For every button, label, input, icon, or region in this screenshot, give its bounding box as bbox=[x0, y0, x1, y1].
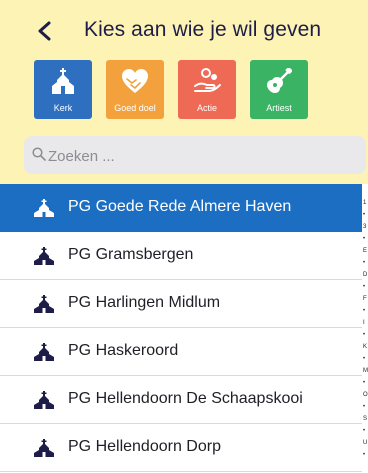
back-button[interactable] bbox=[34, 20, 56, 42]
list-item-label: PG Hellendoorn Dorp bbox=[68, 438, 221, 455]
index-entry[interactable]: • bbox=[363, 428, 365, 434]
header: Kies aan wie je wil geven bbox=[0, 0, 368, 58]
category-label: Kerk bbox=[53, 103, 73, 113]
index-entry[interactable]: • bbox=[363, 404, 365, 410]
church-icon bbox=[34, 247, 54, 265]
category-church-button[interactable]: Kerk bbox=[34, 60, 92, 119]
coins-hand-icon bbox=[194, 68, 221, 92]
index-entry[interactable]: M bbox=[363, 368, 368, 374]
index-entry[interactable]: • bbox=[363, 356, 365, 362]
give-panel: Kies aan wie je wil geven Kerk Goed doel… bbox=[0, 0, 368, 473]
index-entry[interactable]: • bbox=[363, 308, 365, 314]
list-item[interactable]: PG Hellendoorn De Schaapskooi bbox=[0, 376, 362, 424]
chevron-left-icon bbox=[38, 21, 51, 41]
search-icon bbox=[32, 147, 46, 161]
index-entry[interactable]: 1 bbox=[363, 200, 366, 206]
list-item[interactable]: PG Hellendoorn Dorp bbox=[0, 424, 362, 472]
list-item[interactable]: PG Haskeroord bbox=[0, 328, 362, 376]
church-icon bbox=[34, 391, 54, 409]
church-icon bbox=[52, 68, 74, 94]
index-entry[interactable]: I bbox=[363, 320, 365, 326]
search-bar[interactable] bbox=[24, 136, 366, 174]
index-entry[interactable]: • bbox=[363, 236, 365, 242]
index-entry[interactable]: K bbox=[363, 344, 367, 350]
index-entry[interactable]: • bbox=[363, 332, 365, 338]
page-title: Kies aan wie je wil geven bbox=[84, 18, 322, 41]
index-entry[interactable]: 3 bbox=[363, 224, 366, 230]
index-entry[interactable]: • bbox=[363, 260, 365, 266]
church-icon bbox=[34, 343, 54, 361]
index-entry[interactable]: D bbox=[363, 272, 367, 278]
church-icon bbox=[34, 439, 54, 457]
heart-hands-icon bbox=[122, 69, 148, 93]
index-entry[interactable]: • bbox=[363, 212, 365, 218]
index-entry[interactable]: O bbox=[363, 392, 368, 398]
church-icon bbox=[34, 295, 54, 313]
index-entry[interactable]: E bbox=[363, 248, 367, 254]
index-entry[interactable]: F bbox=[363, 296, 367, 302]
index-entry[interactable]: • bbox=[363, 284, 365, 290]
category-action-button[interactable]: Actie bbox=[178, 60, 236, 119]
index-entry[interactable]: U bbox=[363, 440, 367, 446]
list-item-label: PG Hellendoorn De Schaapskooi bbox=[68, 390, 303, 407]
church-icon bbox=[34, 199, 54, 217]
category-artist-button[interactable]: Artiest bbox=[250, 60, 308, 119]
list-item-label: PG Haskeroord bbox=[68, 342, 179, 359]
search-input[interactable] bbox=[46, 143, 350, 169]
list-item-label: PG Gramsbergen bbox=[68, 246, 194, 263]
category-charity-button[interactable]: Goed doel bbox=[106, 60, 164, 119]
category-label: Actie bbox=[196, 103, 217, 113]
list-item-label: PG Harlingen Midlum bbox=[68, 294, 221, 311]
category-buttons: Kerk Goed doel Actie Artiest bbox=[34, 60, 314, 120]
index-entry[interactable]: S bbox=[363, 416, 367, 422]
category-label: Goed doel bbox=[114, 103, 156, 113]
index-entry[interactable]: • bbox=[363, 452, 365, 458]
list-item[interactable]: PG Goede Rede Almere Haven bbox=[0, 184, 362, 232]
list-item-label: PG Goede Rede Almere Haven bbox=[68, 198, 292, 215]
guitar-icon bbox=[267, 68, 292, 93]
list-item[interactable]: PG Gramsbergen bbox=[0, 232, 362, 280]
section-index-rail[interactable]: 1 • 3 • E • D • F • I • K • M • O • S • … bbox=[362, 184, 368, 473]
recipient-list: PG Goede Rede Almere Haven PG Gramsberge… bbox=[0, 184, 362, 473]
list-item[interactable]: PG Harlingen Midlum bbox=[0, 280, 362, 328]
index-entry[interactable]: • bbox=[363, 380, 365, 386]
category-label: Artiest bbox=[266, 103, 292, 113]
